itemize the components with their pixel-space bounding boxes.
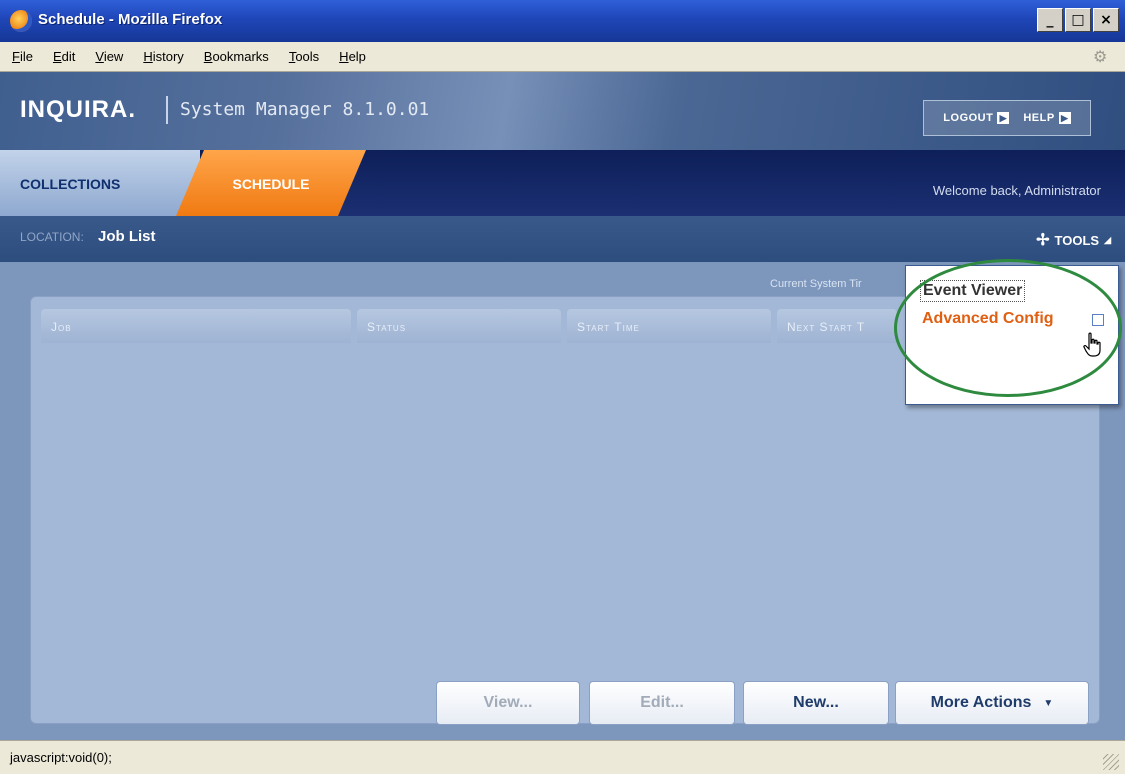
tab-collections[interactable]: COLLECTIONS [0, 150, 200, 216]
caret-down-icon: ▼ [1043, 697, 1054, 709]
welcome-message: Welcome back, Administrator [932, 183, 1101, 198]
menu-bookmarks[interactable]: Bookmarks [204, 49, 269, 64]
firefox-icon [10, 10, 32, 32]
tools-dropdown: Event Viewer Advanced Config [905, 265, 1119, 405]
column-start-time[interactable]: Start Time [567, 309, 771, 343]
throbber-icon: ⚙ [1093, 49, 1108, 66]
logout-label: LOGOUT [943, 112, 994, 124]
view-button[interactable]: View... [436, 681, 580, 725]
column-next-start-time[interactable]: Next Start T [777, 309, 897, 343]
help-label: HELP [1023, 112, 1055, 124]
maximize-button[interactable]: □ [1065, 8, 1091, 32]
menu-item-advanced-config[interactable]: Advanced Config [922, 310, 1054, 328]
window-titlebar[interactable]: Schedule - Mozilla Firefox _ □ × [0, 0, 1125, 42]
logout-button[interactable]: LOGOUT ▶ [943, 112, 1010, 124]
column-status[interactable]: Status [357, 309, 561, 343]
menu-help[interactable]: Help [339, 49, 366, 64]
tab-bar: COLLECTIONS SCHEDULE Welcome back, Admin… [0, 150, 1125, 216]
more-actions-button[interactable]: More Actions ▼ [895, 681, 1089, 725]
menu-edit[interactable]: Edit [53, 49, 75, 64]
tab-schedule[interactable]: SCHEDULE [176, 150, 366, 216]
external-link-icon [1092, 314, 1104, 326]
window-controls: _ □ × [1037, 8, 1119, 32]
status-text: javascript:void(0); [10, 750, 112, 765]
close-button[interactable]: × [1093, 8, 1119, 32]
column-job[interactable]: Job [41, 309, 351, 343]
window-title: Schedule - Mozilla Firefox [38, 11, 223, 28]
status-bar: javascript:void(0); [0, 740, 1125, 774]
system-time-label: Current System Tir [770, 278, 862, 290]
app-header: INQUIRA. System Manager 8.1.0.01 LOGOUT … [0, 72, 1125, 150]
help-button[interactable]: HELP ▶ [1023, 112, 1071, 124]
edit-button[interactable]: Edit... [589, 681, 735, 725]
brand-logo: INQUIRA. [20, 96, 136, 123]
arrow-right-icon: ▶ [997, 112, 1010, 124]
menu-history[interactable]: History [143, 49, 183, 64]
menu-tools[interactable]: Tools [289, 49, 319, 64]
page-title: Job List [98, 228, 156, 245]
menu-view[interactable]: View [95, 49, 123, 64]
hand-cursor-icon [1083, 332, 1101, 357]
location-bar: LOCATION: Job List ✢ TOOLS ◢ [0, 216, 1125, 262]
caret-down-icon: ◢ [1104, 234, 1111, 245]
location-label: LOCATION: [20, 230, 84, 244]
brand-divider [166, 96, 168, 124]
arrow-right-icon: ▶ [1058, 112, 1071, 124]
menu-file[interactable]: File [12, 49, 33, 64]
more-actions-label: More Actions [930, 694, 1032, 711]
tools-label: TOOLS [1054, 232, 1100, 248]
minimize-button[interactable]: _ [1037, 8, 1063, 32]
job-table-header: Job Status Start Time Next Start T [41, 309, 897, 343]
menu-bar: File Edit View History Bookmarks Tools H… [0, 42, 1125, 72]
new-button[interactable]: New... [743, 681, 889, 725]
menu-item-event-viewer[interactable]: Event Viewer [920, 280, 1026, 302]
resize-grip[interactable] [1103, 754, 1119, 770]
tools-icon: ✢ [1036, 232, 1050, 249]
tools-menu-button[interactable]: ✢ TOOLS ◢ [1036, 230, 1111, 250]
header-actions: LOGOUT ▶ HELP ▶ [923, 100, 1091, 136]
product-name: System Manager 8.1.0.01 [180, 99, 430, 120]
